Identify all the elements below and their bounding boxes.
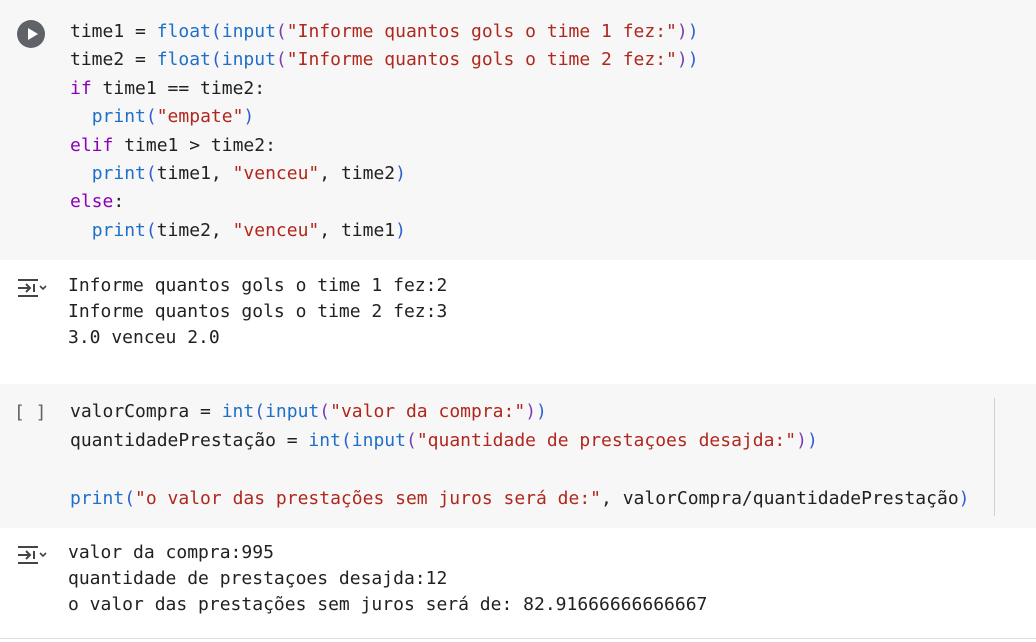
code-token: input [221,21,276,42]
code-token: ( [145,106,157,128]
code-line[interactable]: print(time1, "venceu", time2) [70,160,406,188]
code-token: ( [405,430,417,451]
code-token: ( [124,488,136,509]
code-token: int [221,401,255,422]
code-token: quantidadePrestação = [70,430,309,451]
code-token: "Informe quantos gols o time 2 fez:" [286,49,677,71]
code-token: ) [676,21,688,42]
code-token: ( [275,21,287,42]
code-token: elif [70,134,114,156]
code-token: time1 == time2: [91,77,266,99]
code-token: ) [687,21,699,42]
code-token: , valorCompra/quantidadePrestação [601,488,959,509]
code-token: , time2 [319,163,396,184]
code-token: ) [676,49,688,71]
output-line: 3.0 venceu 2.0 [68,327,220,348]
code-token: print [91,219,146,241]
code-token: ) [806,430,818,451]
output-line: Informe quantos gols o time 1 fez:2 [68,275,448,296]
code-line[interactable]: time2 = float(input("Informe quantos gol… [70,46,699,74]
code-token: time1, [156,163,233,184]
output-line: quantidade de prestaçoes desajda:12 [68,568,448,589]
divider [0,638,1036,639]
editor-scrollbar[interactable] [994,398,995,516]
code-token: "quantidade de prestaçoes desajda:" [416,430,797,451]
code-token: input [265,401,320,422]
code-token: time2 = [70,49,157,71]
code-token: input [221,49,276,71]
code-token: ) [958,488,970,509]
code-token: ( [254,401,266,422]
code-token: ( [145,163,157,184]
output-area-2: valor da compra:995 quantidade de prestaç… [0,528,1036,638]
code-token: time1 > time2: [113,134,276,156]
code-line[interactable]: else: [70,188,124,216]
code-token: ) [525,401,537,422]
code-line[interactable]: time1 = float(input("Informe quantos gol… [70,18,699,46]
code-token: ( [210,21,222,42]
code-cell-1[interactable]: time1 = float(input("Informe quantos gol… [0,0,1036,260]
output-toggle-icon[interactable] [16,277,48,299]
code-token: ( [145,219,157,241]
output-area-1: Informe quantos gols o time 1 fez:2 Infor… [0,260,1036,384]
code-token: ) [395,163,406,184]
code-token: ( [210,49,222,71]
code-token: ( [340,430,352,451]
output-toggle-icon[interactable] [16,544,48,566]
code-line[interactable]: valorCompra = int(input("valor da compra… [70,398,547,426]
code-token: input [351,430,406,451]
output-line: valor da compra:995 [68,542,274,563]
output-line: o valor das prestações sem juros será de… [68,594,708,615]
code-token: ) [687,49,699,71]
code-token: else [70,191,114,213]
execution-count[interactable]: [ ] [14,402,47,423]
code-line[interactable]: quantidadePrestação = int(input("quantid… [70,427,818,455]
code-token: int [308,430,341,451]
code-token: ) [536,401,547,422]
code-token: ) [243,106,255,128]
code-token: time2, [156,219,233,241]
code-line[interactable]: print("o valor das prestações sem juros … [70,485,970,513]
code-token: ( [319,401,331,422]
code-token: valorCompra = [70,401,222,422]
code-line[interactable]: print(time2, "venceu", time1) [70,217,406,245]
run-cell-button[interactable] [17,20,45,48]
code-token: : [113,191,125,213]
code-token: ( [275,49,287,71]
code-token: ) [796,430,807,451]
code-token: "venceu" [232,219,320,241]
output-line: Informe quantos gols o time 2 fez:3 [68,301,448,322]
code-line[interactable]: print("empate") [70,103,255,131]
code-token: "o valor das prestações sem juros será d… [135,488,602,509]
code-token: ) [395,219,406,241]
code-token: "empate" [156,106,244,128]
code-token: if [70,77,92,99]
code-token: , time1 [319,219,396,241]
code-token: "Informe quantos gols o time 1 fez:" [286,21,677,42]
code-token: print [91,106,146,128]
code-token: "valor da compra:" [330,401,526,422]
code-token: "venceu" [232,163,320,184]
code-line[interactable]: elif time1 > time2: [70,132,276,160]
code-token: print [91,163,146,184]
code-token: float [156,21,211,42]
code-token: time1 = [70,21,157,42]
code-cell-2[interactable]: [ ] valorCompra = int(input("valor da co… [0,384,1036,528]
code-token: float [156,49,211,71]
code-token: print [70,488,125,509]
code-line[interactable]: if time1 == time2: [70,75,265,103]
